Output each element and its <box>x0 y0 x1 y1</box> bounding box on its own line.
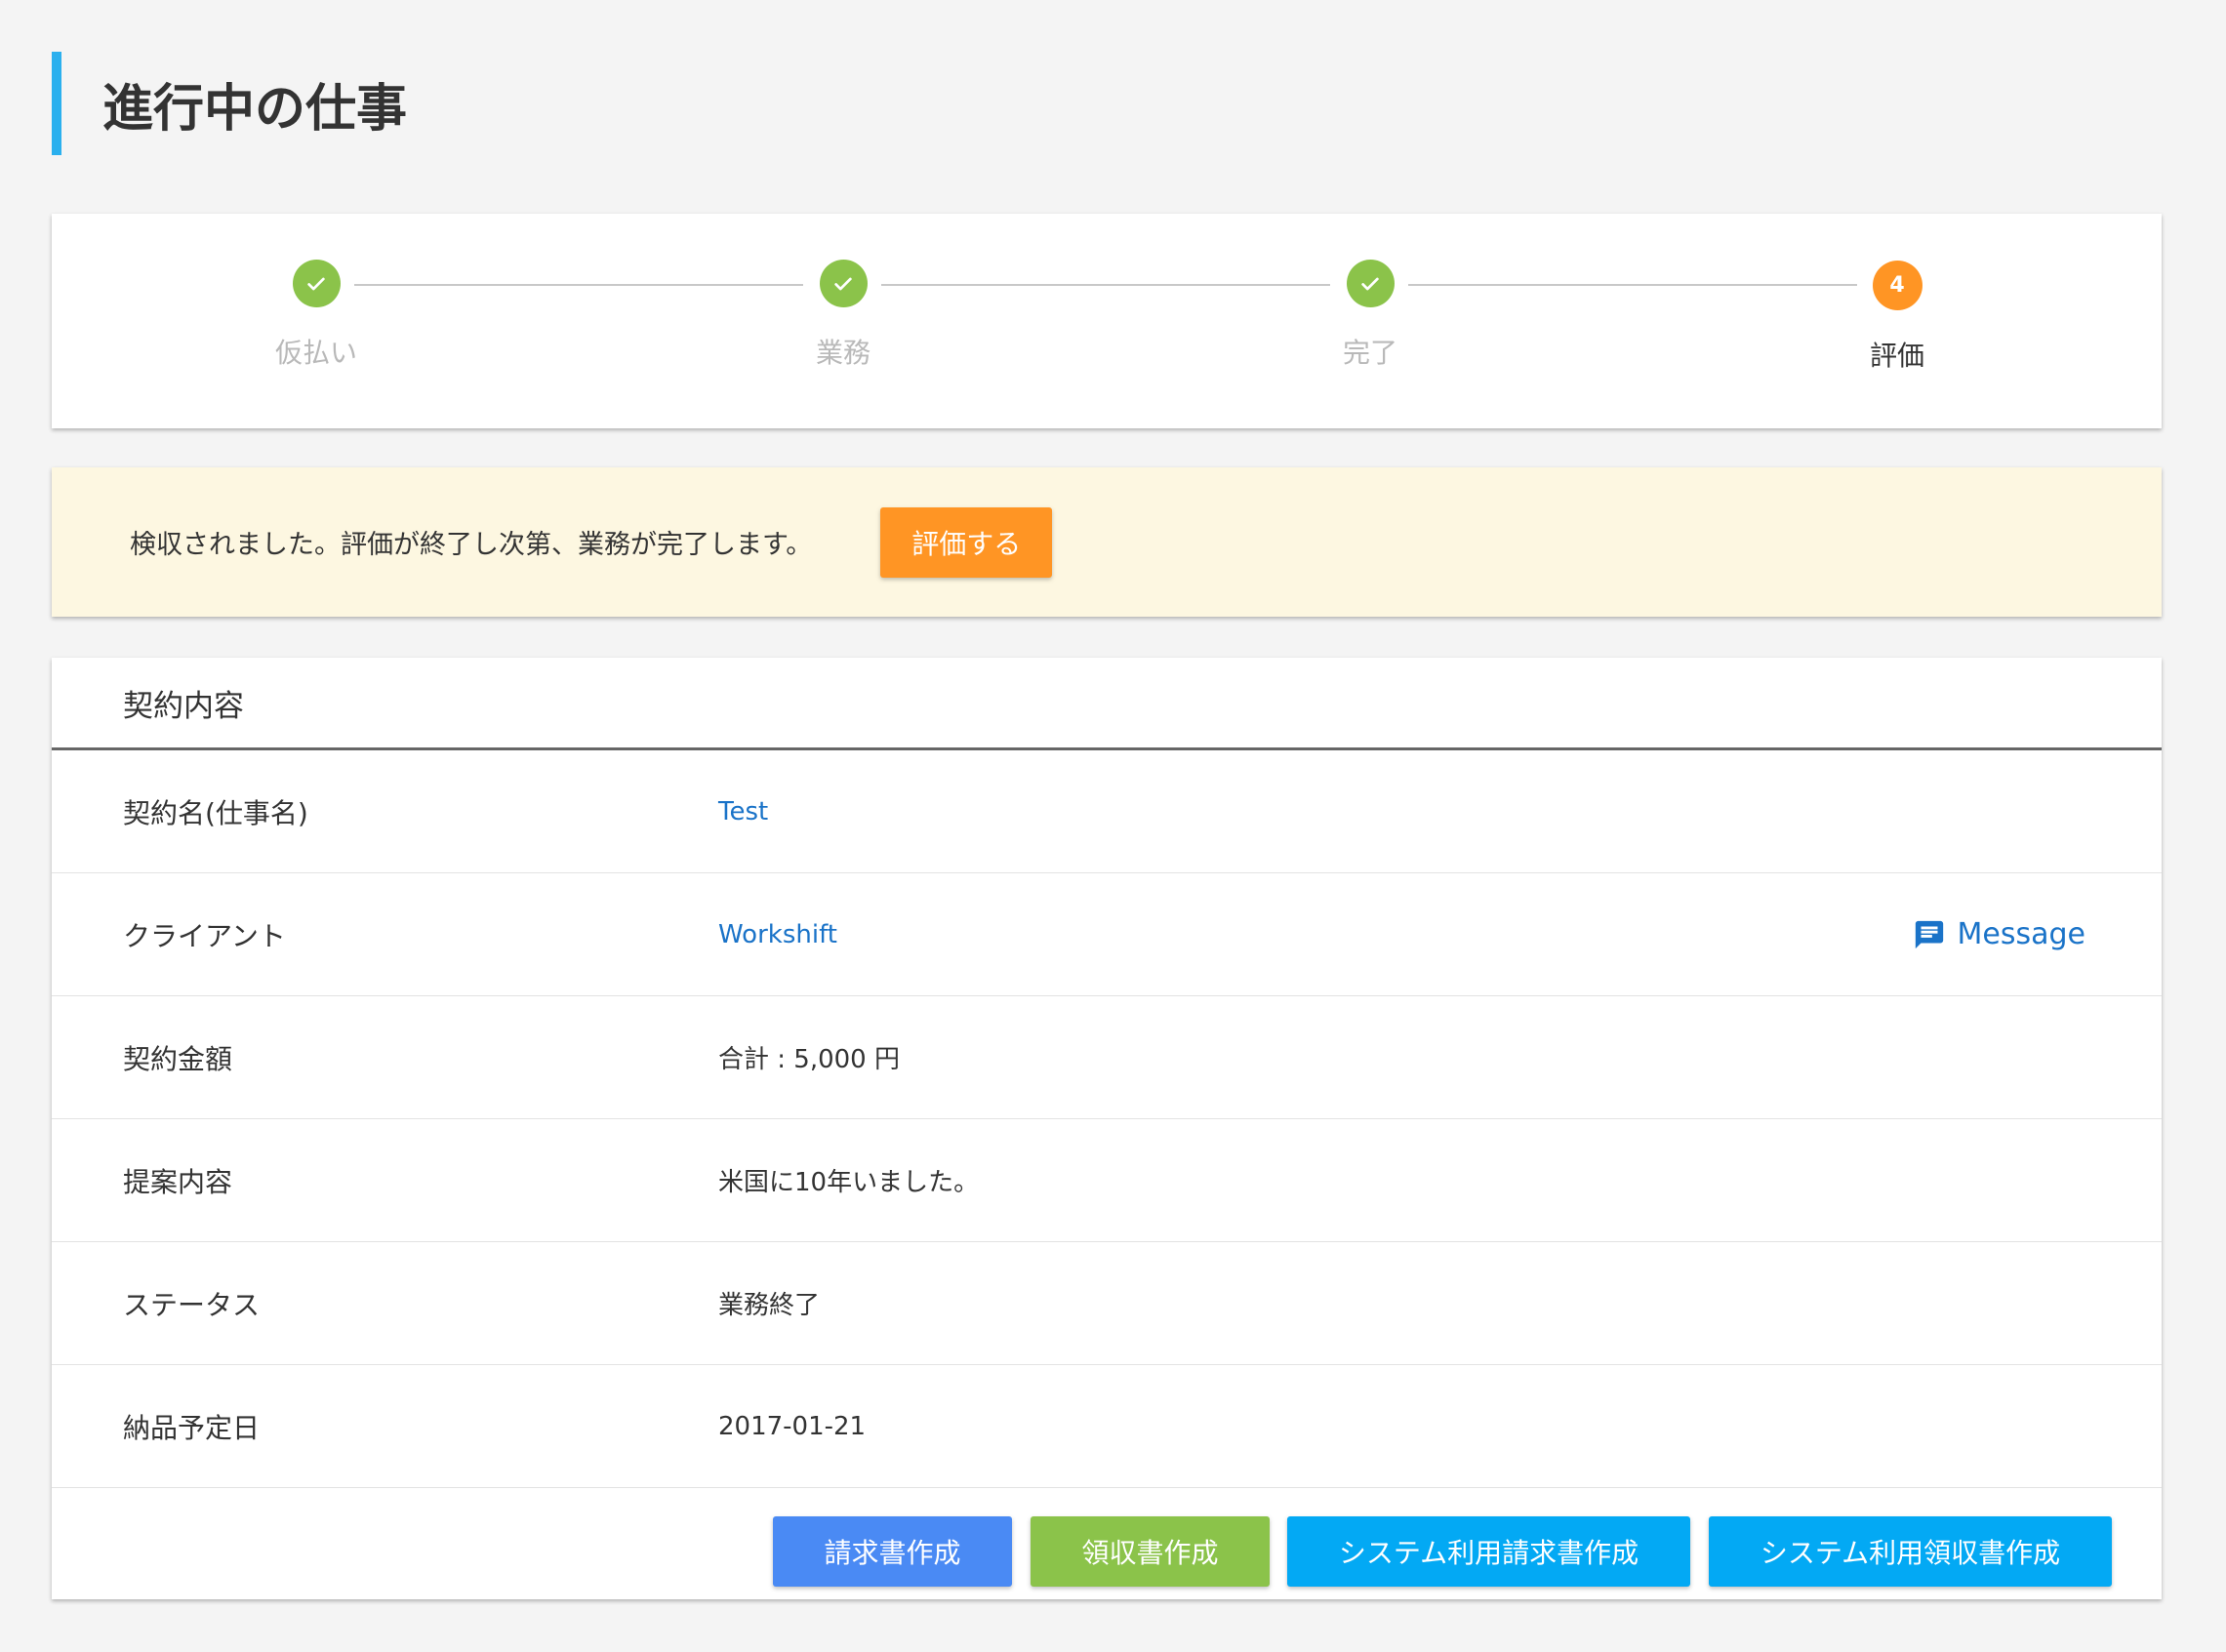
row-value: 2017-01-21 <box>718 1411 867 1441</box>
create-system-invoice-button[interactable]: システム利用請求書作成 <box>1287 1516 1690 1587</box>
contract-row-status: ステータス 業務終了 <box>52 1242 2162 1365</box>
message-link[interactable]: Message <box>1913 917 2085 951</box>
contract-row-due-date: 納品予定日 2017-01-21 <box>52 1365 2162 1488</box>
contract-row-name: 契約名(仕事名) Test <box>52 750 2162 873</box>
contract-header: 契約内容 <box>52 658 2162 750</box>
step-label: 業務 <box>815 337 870 369</box>
step-complete: 完了 <box>1243 214 1497 371</box>
status-notice: 検収されました。評価が終了し次第、業務が完了します。 評価する <box>52 467 2162 617</box>
row-label: 契約金額 <box>123 1042 233 1075</box>
create-system-receipt-button[interactable]: システム利用領収書作成 <box>1709 1516 2112 1587</box>
row-value: 合計 : 5,000 円 <box>718 1045 900 1074</box>
progress-stepper: 仮払い 業務 完了 4 評価 <box>52 214 2162 428</box>
row-label: 納品予定日 <box>123 1411 261 1444</box>
row-label: 契約名(仕事名) <box>123 796 308 829</box>
row-label: 提案内容 <box>123 1165 233 1198</box>
row-value: 業務終了 <box>718 1291 821 1320</box>
action-bar: 請求書作成 領収書作成 システム利用請求書作成 システム利用領収書作成 <box>52 1492 2162 1599</box>
section-title: 契約内容 <box>123 688 244 724</box>
message-label: Message <box>1957 917 2085 951</box>
check-icon <box>292 260 341 307</box>
evaluate-button[interactable]: 評価する <box>880 506 1053 578</box>
check-icon <box>1346 260 1395 307</box>
page-title: 進行中の仕事 <box>102 79 408 139</box>
step-label: 仮払い <box>274 337 357 369</box>
contract-row-proposal: 提案内容 米国に10年いました。 <box>52 1119 2162 1242</box>
step-number-badge: 4 <box>1872 261 1922 310</box>
job-name-link[interactable]: Test <box>718 797 768 826</box>
contract-row-client: クライアント Workshift Message <box>52 873 2162 996</box>
contract-row-amount: 契約金額 合計 : 5,000 円 <box>52 996 2162 1119</box>
message-icon <box>1915 920 1943 948</box>
row-label: クライアント <box>123 919 286 952</box>
step-label: 完了 <box>1342 337 1397 369</box>
client-link[interactable]: Workshift <box>718 920 837 949</box>
step-work: 業務 <box>716 214 970 371</box>
create-invoice-button[interactable]: 請求書作成 <box>773 1516 1012 1587</box>
row-value: 米国に10年いました。 <box>718 1168 980 1197</box>
create-receipt-button[interactable]: 領収書作成 <box>1031 1516 1270 1587</box>
contract-details: 契約内容 契約名(仕事名) Test クライアント Workshift Mess… <box>52 658 2162 1599</box>
step-evaluation: 4 評価 <box>1770 214 2024 374</box>
page-header: 進行中の仕事 <box>52 52 407 155</box>
notice-text: 検収されました。評価が終了し次第、業務が完了します。 <box>130 530 813 560</box>
check-icon <box>819 260 868 307</box>
step-payment: 仮払い <box>189 214 443 371</box>
row-label: ステータス <box>123 1288 261 1321</box>
step-label: 評価 <box>1869 340 1924 372</box>
